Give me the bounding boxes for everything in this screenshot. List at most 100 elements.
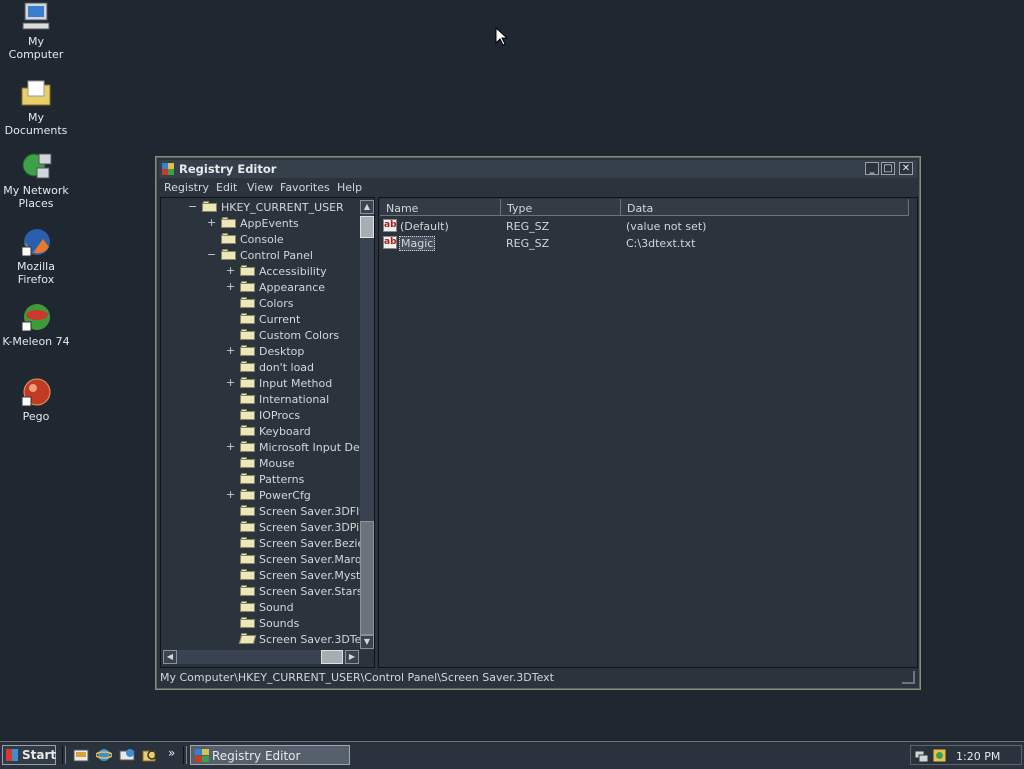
menu-edit[interactable]: Edit xyxy=(216,181,237,194)
quick-launch-chevron[interactable]: » xyxy=(168,746,175,760)
internet-explorer-icon[interactable] xyxy=(95,747,113,763)
tree-node[interactable]: Current xyxy=(161,312,359,328)
desktop-icon-my-computer[interactable]: My Computer xyxy=(0,2,73,61)
tree-node-label: don't load xyxy=(259,361,315,374)
column-header-type[interactable]: Type xyxy=(501,199,621,216)
menu-registry[interactable]: Registry xyxy=(164,181,209,194)
scroll-right-arrow-icon[interactable]: ▶ xyxy=(345,650,359,664)
tree-node-label: Control Panel xyxy=(240,249,313,262)
taskbar-clock[interactable]: 1:20 PM xyxy=(956,750,1000,763)
tree-node[interactable]: + Desktop xyxy=(161,344,359,360)
tree-node[interactable]: IOProcs xyxy=(161,408,359,424)
tree-node[interactable]: Screen Saver.Marqu xyxy=(161,552,369,568)
scroll-thumb[interactable] xyxy=(360,216,374,238)
tree-node[interactable]: Keyboard xyxy=(161,424,359,440)
column-header-name[interactable]: Name xyxy=(380,199,501,216)
desktop-icon-my-documents[interactable]: My Documents xyxy=(0,78,73,137)
tree-node[interactable]: Patterns xyxy=(161,472,359,488)
tree-node[interactable]: Screen Saver.3DTex xyxy=(161,632,368,648)
computer-icon xyxy=(19,2,53,32)
expand-icon[interactable]: + xyxy=(207,216,216,229)
expand-icon[interactable]: + xyxy=(226,440,235,453)
scroll-down-arrow-icon[interactable]: ▼ xyxy=(360,635,374,649)
taskbar-button-registry-editor[interactable]: Registry Editor xyxy=(190,745,350,765)
tree-node[interactable]: + Accessibility xyxy=(161,264,359,280)
tree-node[interactable]: − HKEY_CURRENT_USER xyxy=(161,200,359,216)
kmeleon-icon xyxy=(19,302,53,332)
folder-icon xyxy=(240,537,255,548)
resize-grip-icon[interactable] xyxy=(902,671,915,684)
folder-icon xyxy=(240,329,255,340)
network-icon xyxy=(19,151,53,181)
tree-node[interactable]: don't load xyxy=(161,360,359,376)
value-row-default[interactable]: ab (Default) REG_SZ (value not set) xyxy=(383,219,913,235)
folder-icon xyxy=(221,249,236,260)
tree-node[interactable]: Screen Saver.3DFlyir xyxy=(161,504,373,520)
desktop-icon-my-network[interactable]: My Network Places xyxy=(0,151,73,210)
close-button[interactable]: ✕ xyxy=(899,162,913,175)
value-row-magic[interactable]: ab Magic REG_SZ C:\3dtext.txt xyxy=(383,236,913,252)
scroll-up-arrow-icon[interactable]: ▲ xyxy=(360,200,374,214)
tree-horizontal-scrollbar[interactable]: ◀ ▶ xyxy=(163,650,359,664)
start-button[interactable]: Start xyxy=(2,745,56,765)
tree-node[interactable]: + Microsoft Input Devic xyxy=(161,440,374,456)
tree-node[interactable]: + Input Method xyxy=(161,376,359,392)
expand-icon[interactable]: + xyxy=(226,280,235,293)
folder-icon xyxy=(221,217,236,228)
expand-icon[interactable]: + xyxy=(226,344,235,357)
show-desktop-icon[interactable] xyxy=(73,747,89,763)
tree-node[interactable]: Screen Saver.Stars xyxy=(161,584,363,600)
tree-node[interactable]: Colors xyxy=(161,296,359,312)
tree-node[interactable]: International xyxy=(161,392,359,408)
tree-node[interactable]: + Appearance xyxy=(161,280,359,296)
mouse-cursor-icon xyxy=(495,26,509,49)
network-tray-icon[interactable] xyxy=(914,748,930,766)
tree-node[interactable]: Screen Saver.Bezier xyxy=(161,536,369,552)
desktop-icon-label: K-Meleon 74 xyxy=(2,335,70,348)
tree-node[interactable]: Screen Saver.Mystify xyxy=(161,568,374,584)
tree-vertical-scrollbar[interactable]: ▲ ▼ xyxy=(360,200,374,649)
string-value-icon: ab xyxy=(383,219,397,232)
tree-node[interactable]: + PowerCfg xyxy=(161,488,359,504)
minimize-button[interactable]: _ xyxy=(865,162,879,175)
tree-node[interactable]: Console xyxy=(161,232,359,248)
desktop-icon-label: Pego xyxy=(22,410,50,423)
tree-node[interactable]: Sounds xyxy=(161,616,359,632)
expand-icon[interactable]: + xyxy=(226,488,235,501)
update-tray-icon[interactable] xyxy=(932,748,948,766)
expand-icon[interactable]: + xyxy=(226,264,235,277)
explorer-search-icon[interactable] xyxy=(142,747,158,763)
desktop-icon-label: My Computer xyxy=(8,35,64,61)
desktop-icon-firefox[interactable]: Mozilla Firefox xyxy=(0,227,73,286)
maximize-button[interactable]: □ xyxy=(881,162,895,175)
tree-node-label: Current xyxy=(259,313,301,326)
window-titlebar[interactable]: Registry Editor _ □ ✕ xyxy=(159,160,917,178)
folder-icon xyxy=(240,361,255,372)
tree-node[interactable]: − Control Panel xyxy=(161,248,359,264)
collapse-icon[interactable]: − xyxy=(207,248,216,261)
outlook-express-icon[interactable] xyxy=(119,747,135,763)
horizontal-scroll-thumb[interactable] xyxy=(321,650,343,664)
status-bar: My Computer\HKEY_CURRENT_USER\Control Pa… xyxy=(159,670,917,686)
tree-node[interactable]: Sound xyxy=(161,600,359,616)
registry-tree: − HKEY_CURRENT_USER + AppEvents Console − Cont… xyxy=(160,197,375,668)
column-header-data[interactable]: Data xyxy=(621,199,909,216)
tree-node[interactable]: Mouse xyxy=(161,456,359,472)
menu-favorites[interactable]: Favorites xyxy=(280,181,330,194)
desktop-icon-pego[interactable]: Pego xyxy=(0,377,73,423)
menu-help[interactable]: Help xyxy=(337,181,362,194)
taskbar-separator xyxy=(62,746,66,764)
tree-node-label: Screen Saver.3DFlyir xyxy=(259,505,374,518)
desktop-icon-label: My Documents xyxy=(4,111,68,137)
pego-icon xyxy=(19,377,53,407)
tree-node[interactable]: Screen Saver.3DPipe xyxy=(161,520,373,536)
tree-node[interactable]: + AppEvents xyxy=(161,216,359,232)
menu-view[interactable]: View xyxy=(247,181,273,194)
desktop-icon-kmeleon[interactable]: K-Meleon 74 xyxy=(0,302,73,348)
tree-node[interactable]: Custom Colors xyxy=(161,328,359,344)
collapse-icon[interactable]: − xyxy=(188,200,197,213)
scroll-thumb-lower[interactable] xyxy=(360,521,374,635)
expand-icon[interactable]: + xyxy=(226,376,235,389)
tree-node-label: Input Method xyxy=(259,377,333,390)
scroll-left-arrow-icon[interactable]: ◀ xyxy=(163,650,177,664)
